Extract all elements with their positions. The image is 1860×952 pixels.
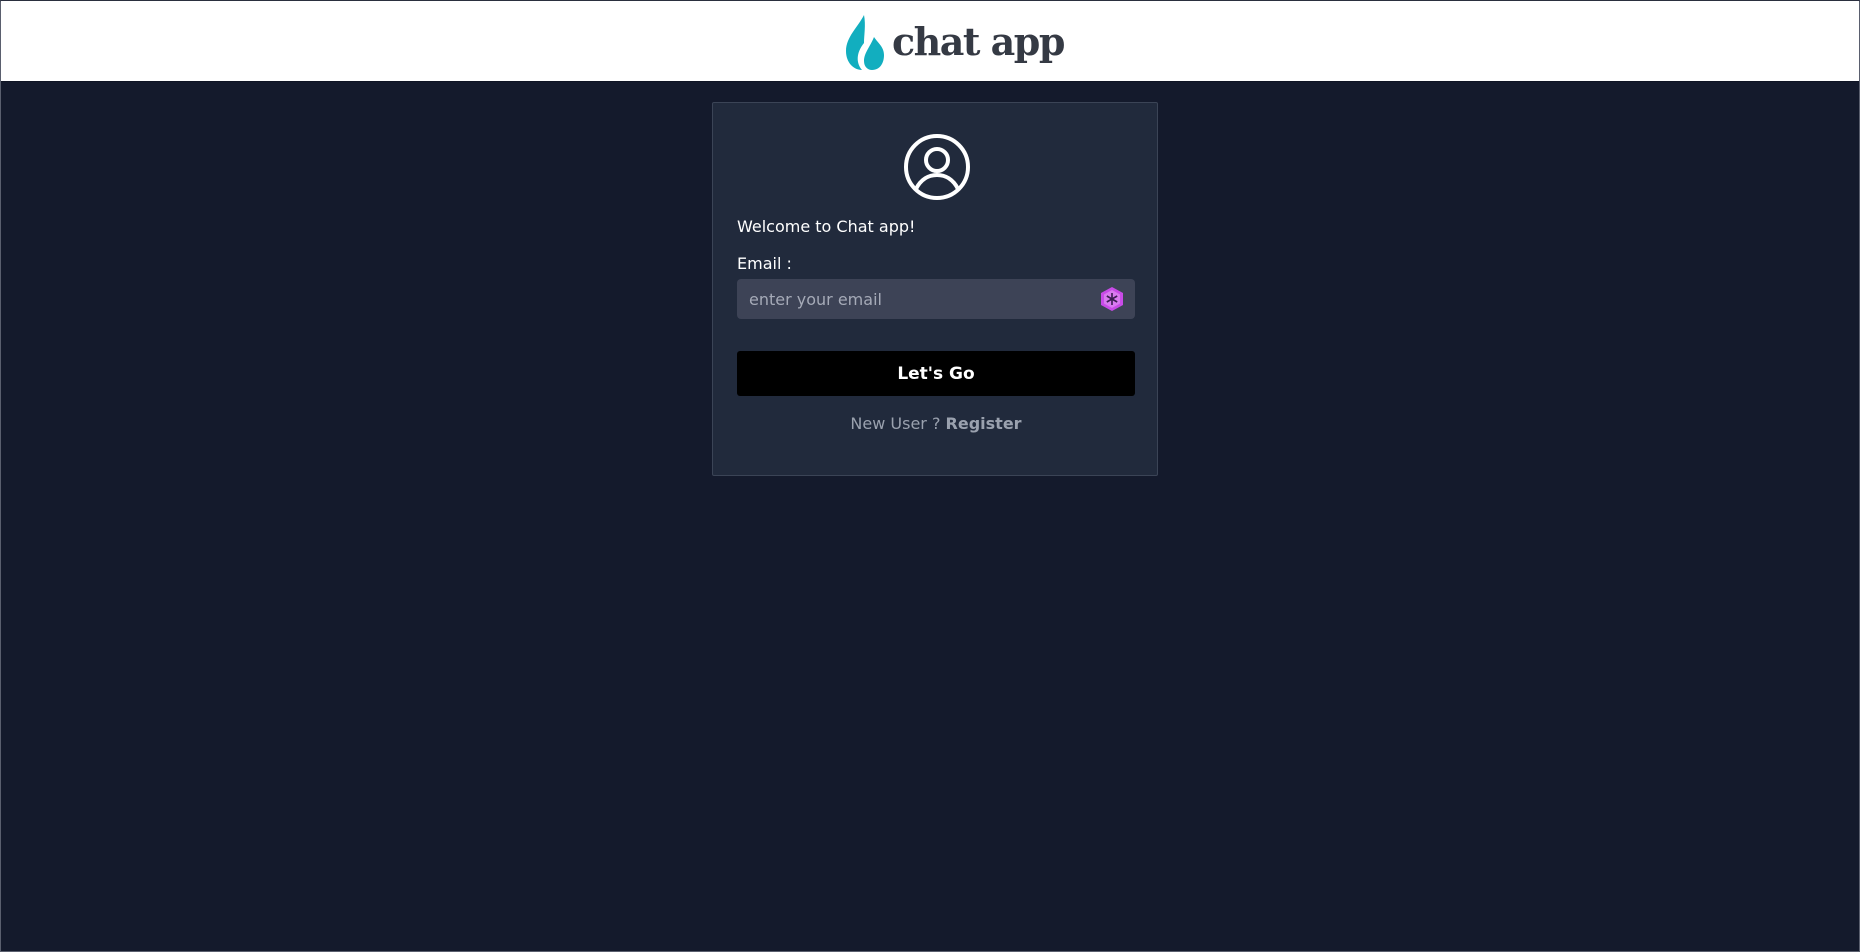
- app-logo[interactable]: chat app: [844, 13, 1065, 71]
- welcome-text: Welcome to Chat app!: [737, 217, 916, 236]
- login-card: Welcome to Chat app! Email : Let's Go Ne…: [712, 102, 1158, 476]
- email-label: Email :: [737, 254, 792, 273]
- email-field[interactable]: [737, 279, 1087, 319]
- email-field-wrapper: [737, 279, 1135, 319]
- password-manager-icon[interactable]: [1099, 286, 1125, 312]
- top-header: chat app: [1, 1, 1859, 82]
- register-prompt-line: New User ? Register: [713, 414, 1159, 433]
- register-link[interactable]: Register: [946, 414, 1022, 433]
- flame-logo-icon: [846, 15, 884, 70]
- logo-text: chat app: [892, 19, 1065, 64]
- new-user-text: New User ?: [850, 414, 941, 433]
- user-circle-icon: [904, 134, 970, 200]
- lets-go-button[interactable]: Let's Go: [737, 351, 1135, 396]
